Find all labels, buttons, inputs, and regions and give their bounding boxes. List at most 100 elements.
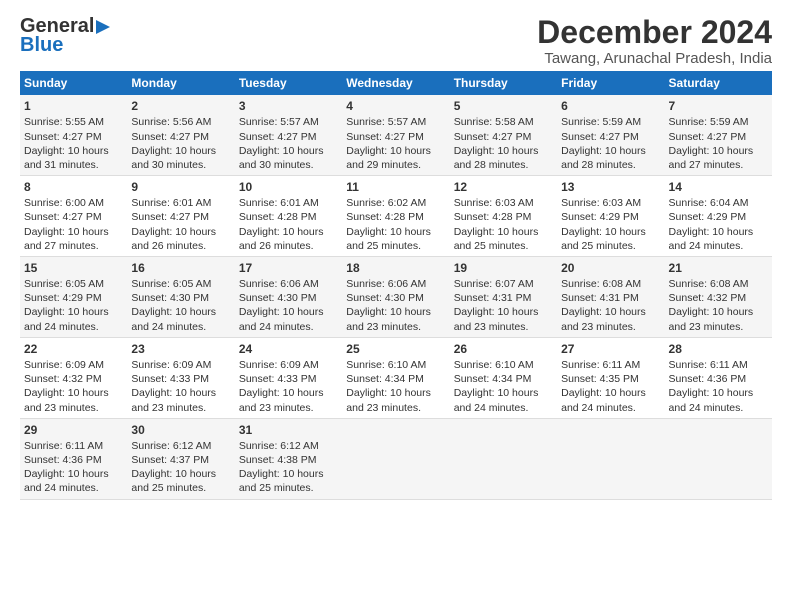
sunset-text: Sunset: 4:27 PM [131,131,209,143]
daylight-text: Daylight: 10 hours and 27 minutes. [669,145,754,171]
sunrise-text: Sunrise: 6:03 AM [561,197,641,209]
sunrise-text: Sunrise: 6:11 AM [561,359,640,371]
sunset-text: Sunset: 4:27 PM [239,131,317,143]
sunset-text: Sunset: 4:31 PM [454,292,532,304]
cell-3-6: 20Sunrise: 6:08 AMSunset: 4:31 PMDayligh… [557,256,664,337]
daylight-text: Daylight: 10 hours and 25 minutes. [131,468,216,494]
day-number: 20 [561,260,660,276]
day-number: 29 [24,422,123,438]
cell-5-7 [665,418,772,499]
sunset-text: Sunset: 4:34 PM [346,373,424,385]
day-number: 28 [669,341,768,357]
day-number: 7 [669,98,768,114]
daylight-text: Daylight: 10 hours and 28 minutes. [454,145,539,171]
cell-1-1: 1Sunrise: 5:55 AMSunset: 4:27 PMDaylight… [20,95,127,175]
sunrise-text: Sunrise: 6:05 AM [131,278,211,290]
calendar-table: SundayMondayTuesdayWednesdayThursdayFrid… [20,71,772,499]
header-saturday: Saturday [665,71,772,95]
sunset-text: Sunset: 4:29 PM [561,211,639,223]
sunrise-text: Sunrise: 6:11 AM [24,440,103,452]
cell-4-5: 26Sunrise: 6:10 AMSunset: 4:34 PMDayligh… [450,337,557,418]
cell-4-4: 25Sunrise: 6:10 AMSunset: 4:34 PMDayligh… [342,337,449,418]
day-number: 24 [239,341,338,357]
day-number: 19 [454,260,553,276]
day-number: 16 [131,260,230,276]
daylight-text: Daylight: 10 hours and 23 minutes. [669,306,754,332]
header-row: SundayMondayTuesdayWednesdayThursdayFrid… [20,71,772,95]
daylight-text: Daylight: 10 hours and 24 minutes. [561,387,646,413]
sunrise-text: Sunrise: 6:10 AM [454,359,534,371]
sunset-text: Sunset: 4:37 PM [131,454,209,466]
logo-blue: Blue [20,34,63,57]
day-number: 31 [239,422,338,438]
header-thursday: Thursday [450,71,557,95]
sunrise-text: Sunrise: 5:56 AM [131,116,211,128]
cell-5-3: 31Sunrise: 6:12 AMSunset: 4:38 PMDayligh… [235,418,342,499]
sunrise-text: Sunrise: 6:12 AM [131,440,211,452]
sunrise-text: Sunrise: 6:11 AM [669,359,748,371]
day-number: 22 [24,341,123,357]
cell-5-1: 29Sunrise: 6:11 AMSunset: 4:36 PMDayligh… [20,418,127,499]
sunset-text: Sunset: 4:31 PM [561,292,639,304]
week-row-4: 22 Sunrise: 6:09 AM Sunset: 4:32 PM Dayligh… [20,337,772,418]
sunrise-text: Sunrise: 6:10 AM [346,359,426,371]
cell-5-6 [557,418,664,499]
sunrise-text: Sunrise: 6:12 AM [239,440,319,452]
sunset-text: Sunset: 4:30 PM [346,292,424,304]
sunset-text: Sunset: 4:29 PM [669,211,747,223]
cell-4-1: 22Sunrise: 6:09 AMSunset: 4:32 PMDayligh… [20,337,127,418]
header: General Blue December 2024 Tawang, Aruna… [20,15,772,67]
day-number: 8 [24,179,123,195]
sunrise-text: Sunrise: 5:58 AM [454,116,534,128]
cell-1-5: 5 Sunrise: 5:58 AM Sunset: 4:27 PM Daylight… [450,95,557,175]
sunset-text: Sunset: 4:27 PM [24,131,102,143]
header-tuesday: Tuesday [235,71,342,95]
cell-2-2: 9Sunrise: 6:01 AMSunset: 4:27 PMDaylight… [127,176,234,257]
daylight-text: Daylight: 10 hours and 24 minutes. [239,306,324,332]
daylight-text: Daylight: 10 hours and 26 minutes. [239,226,324,252]
day-number: 4 [346,98,445,114]
day-number: 13 [561,179,660,195]
daylight-text: Daylight: 10 hours and 24 minutes. [669,387,754,413]
day-number: 9 [131,179,230,195]
sunrise-text: Sunrise: 6:05 AM [24,278,104,290]
day-number: 1 [24,98,123,114]
day-number: 23 [131,341,230,357]
cell-5-5 [450,418,557,499]
cell-1-7: 7Sunrise: 5:59 AMSunset: 4:27 PMDaylight… [665,95,772,175]
day-number: 11 [346,179,445,195]
sunrise-text: Sunrise: 6:06 AM [346,278,426,290]
sunset-text: Sunset: 4:27 PM [561,131,639,143]
sunrise-text: Sunrise: 6:03 AM [454,197,534,209]
sunrise-text: Sunrise: 6:02 AM [346,197,426,209]
sunset-text: Sunset: 4:36 PM [669,373,747,385]
sunset-text: Sunset: 4:33 PM [239,373,317,385]
daylight-text: Daylight: 10 hours and 23 minutes. [239,387,324,413]
week-row-5: 29Sunrise: 6:11 AMSunset: 4:36 PMDayligh… [20,418,772,499]
cell-2-6: 13Sunrise: 6:03 AMSunset: 4:29 PMDayligh… [557,176,664,257]
cell-3-5: 19Sunrise: 6:07 AMSunset: 4:31 PMDayligh… [450,256,557,337]
day-number: 14 [669,179,768,195]
cell-1-4: 4Sunrise: 5:57 AMSunset: 4:27 PMDaylight… [342,95,449,175]
sunset-text: Sunset: 4:33 PM [131,373,209,385]
sunrise-text: Sunrise: 6:07 AM [454,278,534,290]
cell-2-5: 12Sunrise: 6:03 AMSunset: 4:28 PMDayligh… [450,176,557,257]
sunrise-text: Sunrise: 6:04 AM [669,197,749,209]
sunset-text: Sunset: 4:27 PM [131,211,209,223]
page-title: December 2024 [537,15,772,50]
sunrise-text: Sunrise: 6:01 AM [239,197,319,209]
cell-2-7: 14Sunrise: 6:04 AMSunset: 4:29 PMDayligh… [665,176,772,257]
sunrise-text: Sunrise: 6:09 AM [131,359,211,371]
daylight-text: Daylight: 10 hours and 30 minutes. [131,145,216,171]
daylight-text: Daylight: 10 hours and 25 minutes. [239,468,324,494]
sunset-text: Sunset: 4:28 PM [454,211,532,223]
sunset-text: Sunset: 4:27 PM [454,131,532,143]
sunrise-text: Sunrise: 6:00 AM [24,197,104,209]
day-number: 6 [561,98,660,114]
logo: General Blue [20,15,110,57]
sunrise-text: Sunrise: 5:57 AM [239,116,319,128]
week-row-3: 15Sunrise: 6:05 AMSunset: 4:29 PMDayligh… [20,256,772,337]
sunset-text: Sunset: 4:32 PM [24,373,102,385]
day-number: 5 [454,98,553,114]
daylight-text: Daylight: 10 hours and 24 minutes. [454,387,539,413]
